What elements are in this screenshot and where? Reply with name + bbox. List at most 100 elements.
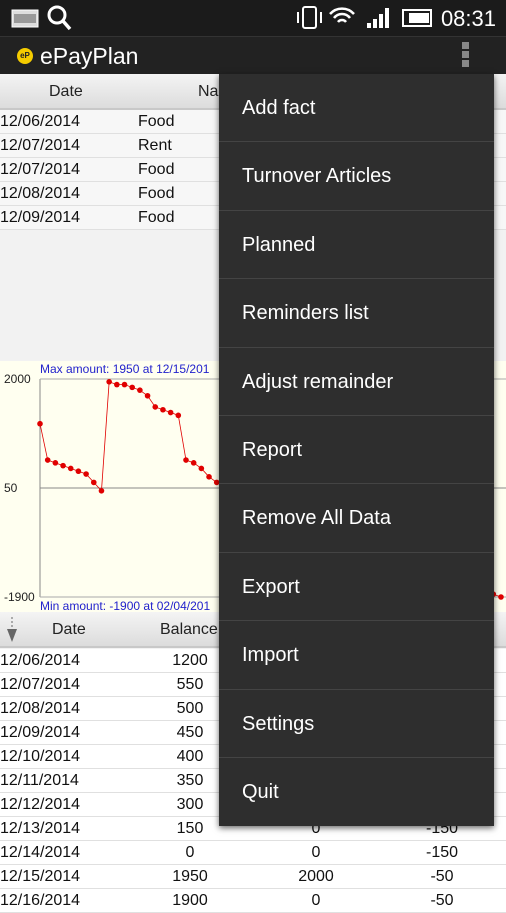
data-point — [198, 465, 205, 472]
cell-value: 1200 — [172, 652, 208, 669]
min-amount-label: Min amount: -1900 at 02/04/201 — [40, 599, 210, 612]
clock: 08:31 — [440, 6, 496, 31]
menu-item-turnover-articles[interactable]: Turnover Articles — [219, 142, 494, 211]
cell-value: 500 — [176, 700, 204, 717]
data-point — [121, 381, 128, 388]
data-point — [114, 381, 120, 388]
data-point — [44, 457, 51, 463]
data-point — [83, 471, 89, 477]
menu-item-settings[interactable]: Settings — [219, 690, 494, 758]
data-point — [190, 460, 197, 466]
cell-date: 12/13/2014 — [0, 820, 81, 837]
column-header-date[interactable]: Date — [49, 83, 83, 101]
data-point — [75, 468, 82, 475]
menu-item-remove-all-data[interactable]: Remove All Data — [219, 484, 494, 553]
data-point — [60, 462, 66, 469]
menu-item-report[interactable]: Report — [219, 416, 494, 485]
cell-date: 12/09/2014 — [0, 724, 81, 741]
data-point — [152, 404, 159, 410]
cell-date: 12/07/2014 — [0, 676, 81, 693]
cell-date: 12/08/2014 — [0, 700, 81, 717]
y-tick-label: 50 — [4, 481, 18, 495]
menu-item-export[interactable]: Export — [219, 553, 494, 622]
data-point — [144, 392, 151, 399]
overflow-menu-icon[interactable] — [462, 42, 470, 70]
cell-value: 2000 — [298, 868, 334, 885]
column-header-balance[interactable]: Balance — [160, 621, 218, 639]
cell-name: Food — [138, 113, 175, 130]
data-point — [183, 457, 189, 463]
overflow-menu: Add fact Turnover Articles Planned Reminder… — [219, 74, 494, 826]
cell-value: 0 — [185, 844, 195, 861]
max-amount-label: Max amount: 1950 at 12/15/201 — [40, 362, 210, 376]
data-point — [498, 594, 504, 600]
cell-value: 1900 — [172, 892, 208, 909]
cell-name: Food — [138, 185, 175, 202]
cell-value: 150 — [176, 820, 204, 837]
data-point — [137, 387, 143, 393]
cell-date: 12/14/2014 — [0, 844, 81, 861]
cell-value: 1950 — [172, 868, 208, 885]
cell-value: 450 — [176, 724, 204, 741]
cell-value: -50 — [430, 868, 454, 885]
data-point — [37, 420, 43, 427]
cell-date: 12/16/2014 — [0, 892, 81, 909]
menu-item-import[interactable]: Import — [219, 621, 494, 690]
cell-value: 0 — [311, 892, 321, 909]
menu-item-add-fact[interactable]: Add fact — [219, 74, 494, 143]
menu-item-quit[interactable]: Quit — [219, 758, 494, 826]
table-row[interactable]: 12/15/2014 1950 2000 -50 — [0, 865, 506, 889]
cell-date: 12/15/2014 — [0, 868, 81, 885]
table-row[interactable]: 12/14/2014 0 0 -150 — [0, 841, 506, 865]
y-tick-label: 2000 — [4, 372, 31, 386]
vibrate-icon — [297, 6, 322, 29]
cell-value: 300 — [176, 796, 204, 813]
y-tick-label: -1900 — [4, 590, 35, 604]
sort-arrow-icon[interactable] — [5, 617, 19, 643]
wifi-icon — [329, 7, 355, 23]
cell-date: 12/08/2014 — [0, 185, 81, 202]
cell-value: 350 — [176, 772, 204, 789]
data-point — [106, 378, 112, 385]
cell-value: 400 — [176, 748, 204, 765]
status-bar: 08:31 — [0, 0, 506, 36]
screenshot-icon — [11, 9, 39, 28]
data-point — [129, 384, 135, 391]
table-row[interactable]: 12/16/2014 1900 0 -50 — [0, 889, 506, 913]
search-icon — [47, 5, 72, 31]
cell-date: 12/12/2014 — [0, 796, 81, 813]
cell-date: 12/10/2014 — [0, 748, 81, 765]
cell-name: Rent — [138, 137, 172, 154]
cell-date: 12/07/2014 — [0, 161, 81, 178]
cell-value: -150 — [425, 844, 459, 861]
action-bar: eP ePayPlan — [0, 36, 506, 74]
data-point — [160, 406, 166, 413]
signal-icon — [367, 8, 389, 28]
status-icons-left — [11, 5, 72, 31]
column-header-date[interactable]: Date — [52, 621, 86, 639]
data-point — [52, 460, 59, 466]
cell-date: 12/07/2014 — [0, 137, 81, 154]
cell-name: Food — [138, 161, 175, 178]
data-point — [90, 479, 97, 486]
status-icons-right — [297, 6, 432, 29]
battery-icon — [402, 9, 432, 27]
menu-item-planned[interactable]: Planned — [219, 211, 494, 280]
cell-date: 12/06/2014 — [0, 113, 81, 130]
cell-date: 12/06/2014 — [0, 652, 81, 669]
menu-item-adjust-remainder[interactable]: Adjust remainder — [219, 348, 494, 416]
app-title: ePayPlan — [40, 43, 139, 69]
data-point — [98, 487, 105, 494]
app-logo: eP — [17, 48, 33, 64]
data-point — [167, 409, 174, 416]
menu-item-reminders-list[interactable]: Reminders list — [219, 279, 494, 348]
cell-name: Food — [138, 209, 175, 226]
cell-value: -50 — [430, 892, 454, 909]
cell-date: 12/09/2014 — [0, 209, 81, 226]
data-point — [67, 465, 74, 472]
cell-date: 12/11/2014 — [0, 772, 79, 789]
data-point — [206, 474, 212, 480]
data-point — [175, 412, 182, 419]
cell-value: 550 — [176, 676, 204, 693]
cell-value: 0 — [311, 844, 321, 861]
